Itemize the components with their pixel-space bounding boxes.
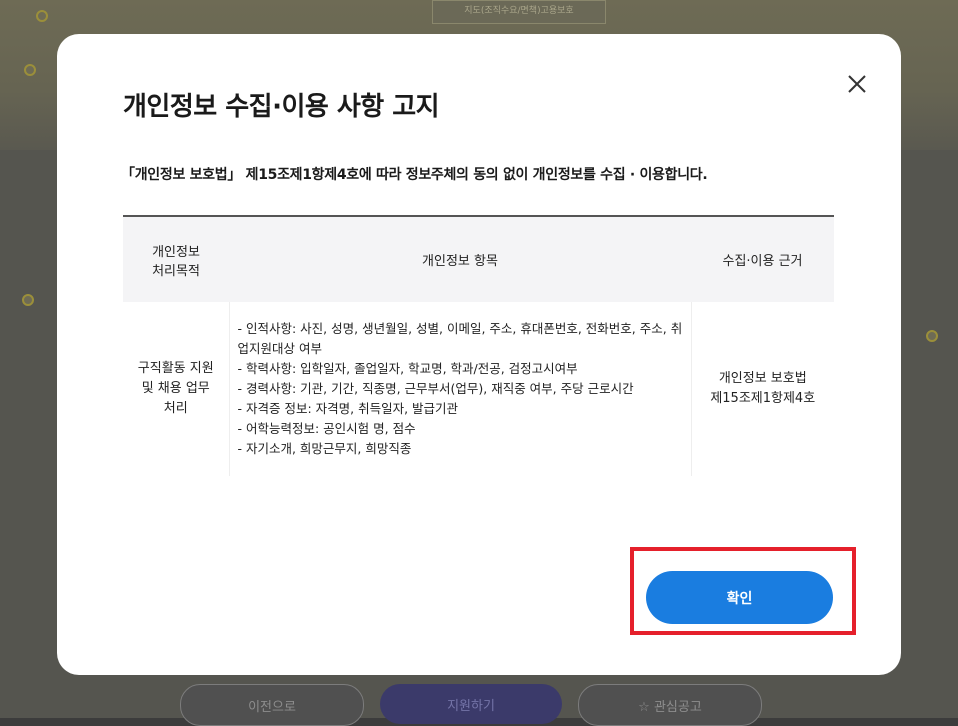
close-button[interactable] <box>843 70 871 98</box>
list-item: - 자격증 정보: 자격명, 취득일자, 발급기관 <box>237 401 459 416</box>
header-basis: 수집·이용 근거 <box>691 217 834 302</box>
list-item: - 인적사항: 사진, 성명, 생년월일, 성별, 이메일, 주소, 휴대폰번호… <box>237 321 683 356</box>
header-items: 개인정보 항목 <box>229 217 691 302</box>
highlight-annotation <box>630 547 856 635</box>
header-purpose-label: 개인정보 처리목적 <box>152 244 200 279</box>
list-item: - 자기소개, 희망근무지, 희망직종 <box>237 441 412 456</box>
map-marker-icon <box>36 10 48 22</box>
map-marker-icon <box>926 330 938 342</box>
header-purpose: 개인정보 처리목적 <box>123 217 229 302</box>
background-map-label: 지도(조직수요/면책)고용보호 <box>432 0 606 24</box>
list-item: - 학력사항: 입학일자, 졸업일자, 학교명, 학과/전공, 검정고시여부 <box>237 361 578 376</box>
close-icon <box>848 75 866 93</box>
privacy-table: 개인정보 처리목적 개인정보 항목 수집·이용 근거 구직활동 지원 및 채용 업무… <box>123 215 834 476</box>
previous-button: 이전으로 <box>180 684 364 726</box>
legal-notice-text: 「개인정보 보호법」 제15조제1항제4호에 따라 정보주체의 동의 없이 개인… <box>121 167 708 183</box>
favorite-button: ☆ 관심공고 <box>578 684 762 726</box>
modal-title: 개인정보 수집·이용 사항 고지 <box>123 92 440 122</box>
cell-purpose: 구직활동 지원 및 채용 업무 처리 <box>137 361 214 416</box>
cell-basis: 개인정보 보호법 제15조제1항제4호 <box>710 371 816 406</box>
list-item: - 어학능력정보: 공인시험 명, 점수 <box>237 421 416 436</box>
table-row: 구직활동 지원 및 채용 업무 처리 - 인적사항: 사진, 성명, 생년월일, 성… <box>123 302 834 476</box>
map-marker-icon <box>24 64 36 76</box>
apply-button: 지원하기 <box>380 684 562 724</box>
map-marker-icon <box>22 294 34 306</box>
cell-items: - 인적사항: 사진, 성명, 생년월일, 성별, 이메일, 주소, 휴대폰번호… <box>228 302 692 476</box>
list-item: - 경력사항: 기관, 기간, 직종명, 근무부서(업무), 재직중 여부, 주… <box>237 381 634 396</box>
table-header-row: 개인정보 처리목적 개인정보 항목 수집·이용 근거 <box>123 217 834 302</box>
